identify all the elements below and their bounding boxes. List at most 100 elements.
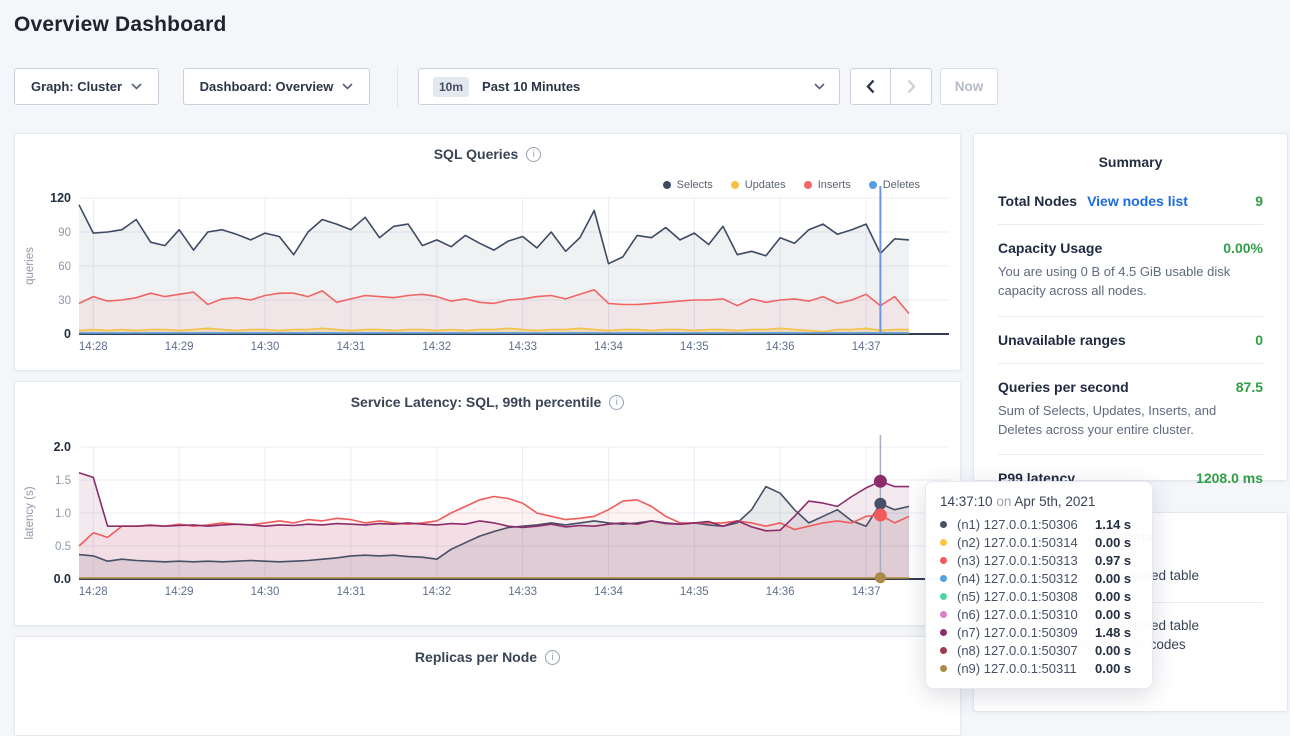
sql-queries-card: SQL Queries i Selects Updates Inserts De… <box>14 133 961 371</box>
tooltip-node-value: 0.00 s <box>1095 571 1131 586</box>
svg-text:14:28: 14:28 <box>79 341 108 353</box>
summary-heading: Summary <box>998 154 1263 170</box>
series-dot-icon <box>940 611 947 618</box>
tooltip-node-value: 0.00 s <box>1095 661 1131 676</box>
summary-row-total-nodes: Total Nodes View nodes list 9 <box>998 178 1263 224</box>
series-dot-icon <box>940 557 947 564</box>
tooltip-node-label: (n8) 127.0.0.1:50307 <box>957 643 1095 658</box>
svg-text:14:31: 14:31 <box>337 341 366 353</box>
svg-text:14:31: 14:31 <box>337 586 366 598</box>
time-range-badge: 10m <box>433 77 469 97</box>
tooltip-row: (n4) 127.0.0.1:503120.00 s <box>940 569 1138 587</box>
svg-text:14:36: 14:36 <box>766 341 795 353</box>
svg-text:latency (s): latency (s) <box>24 486 36 539</box>
capacity-usage-value: 0.00% <box>1223 240 1263 256</box>
tooltip-date: Apr 5th, 2021 <box>1014 494 1095 509</box>
service-latency-card: Service Latency: SQL, 99th percentile i … <box>14 381 961 626</box>
chevron-down-icon <box>814 83 825 90</box>
chart-tooltip: 14:37:10 on Apr 5th, 2021 (n1) 127.0.0.1… <box>925 481 1153 689</box>
series-dot-icon <box>940 647 947 654</box>
tooltip-node-value: 0.97 s <box>1095 553 1131 568</box>
tooltip-node-label: (n1) 127.0.0.1:50306 <box>957 517 1095 532</box>
replicas-per-node-card: Replicas per Node i <box>14 636 961 736</box>
service-latency-plot[interactable]: 14:28 14:29 14:30 14:31 14:32 14:33 14:34 14:35… <box>15 382 962 627</box>
unavailable-ranges-label: Unavailable ranges <box>998 332 1126 348</box>
view-nodes-list-link[interactable]: View nodes list <box>1087 193 1188 209</box>
series-dot-icon <box>940 593 947 600</box>
summary-row-capacity: Capacity Usage 0.00% You are using 0 B o… <box>998 224 1263 316</box>
svg-text:14:34: 14:34 <box>594 341 623 353</box>
svg-text:14:32: 14:32 <box>422 341 451 353</box>
tooltip-row: (n6) 127.0.0.1:503100.00 s <box>940 605 1138 623</box>
time-range-prev-button[interactable] <box>850 68 891 105</box>
tooltip-node-value: 0.00 s <box>1095 535 1131 550</box>
unavailable-ranges-value: 0 <box>1255 332 1263 348</box>
graph-dropdown[interactable]: Graph: Cluster <box>14 68 159 105</box>
svg-text:14:35: 14:35 <box>680 586 709 598</box>
p99-latency-value: 1208.0 ms <box>1196 470 1263 486</box>
tooltip-row: (n7) 127.0.0.1:503091.48 s <box>940 623 1138 641</box>
tooltip-node-label: (n7) 127.0.0.1:50309 <box>957 625 1095 640</box>
svg-text:14:32: 14:32 <box>422 586 451 598</box>
svg-text:2.0: 2.0 <box>54 440 71 454</box>
svg-text:0.0: 0.0 <box>54 572 71 586</box>
svg-text:14:34: 14:34 <box>594 586 623 598</box>
qps-label: Queries per second <box>998 379 1129 395</box>
series-dot-icon <box>940 629 947 636</box>
svg-text:0: 0 <box>64 327 71 341</box>
capacity-usage-desc: You are using 0 B of 4.5 GiB usable disk… <box>998 263 1263 301</box>
chevron-left-icon <box>866 79 875 94</box>
svg-text:0.5: 0.5 <box>55 541 71 553</box>
svg-text:14:37: 14:37 <box>852 586 881 598</box>
chevron-down-icon <box>131 83 142 90</box>
crosshair-dot <box>874 509 887 522</box>
crosshair-dot <box>874 498 886 510</box>
series-dot-icon <box>940 539 947 546</box>
tooltip-node-label: (n9) 127.0.0.1:50311 <box>957 661 1095 676</box>
chevron-right-icon <box>907 79 916 94</box>
replicas-per-node-title: Replicas per Node <box>415 649 537 665</box>
svg-text:14:28: 14:28 <box>79 586 108 598</box>
qps-value: 87.5 <box>1236 379 1263 395</box>
dashboard-dropdown-label: Dashboard: Overview <box>200 79 334 94</box>
svg-text:14:29: 14:29 <box>165 586 194 598</box>
tooltip-row: (n2) 127.0.0.1:503140.00 s <box>940 533 1138 551</box>
time-range-next-button[interactable] <box>890 68 932 105</box>
svg-text:1.0: 1.0 <box>55 508 71 520</box>
svg-text:14:30: 14:30 <box>251 341 280 353</box>
tooltip-node-label: (n5) 127.0.0.1:50308 <box>957 589 1095 604</box>
info-icon[interactable]: i <box>545 650 560 665</box>
svg-text:90: 90 <box>58 227 71 239</box>
svg-text:1.5: 1.5 <box>55 475 71 487</box>
tooltip-time: 14:37:10 <box>940 494 993 509</box>
chevron-down-icon <box>342 83 353 90</box>
tooltip-row: (n8) 127.0.0.1:503070.00 s <box>940 641 1138 659</box>
svg-text:14:29: 14:29 <box>165 341 194 353</box>
dashboard-dropdown[interactable]: Dashboard: Overview <box>183 68 370 105</box>
svg-text:14:30: 14:30 <box>251 586 280 598</box>
summary-row-unavailable-ranges: Unavailable ranges 0 <box>998 316 1263 363</box>
replicas-per-node-title-row: Replicas per Node i <box>15 649 960 665</box>
svg-text:14:33: 14:33 <box>508 341 537 353</box>
tooltip-node-label: (n4) 127.0.0.1:50312 <box>957 571 1095 586</box>
qps-desc: Sum of Selects, Updates, Inserts, and De… <box>998 402 1263 440</box>
svg-text:14:36: 14:36 <box>766 586 795 598</box>
tooltip-node-value: 1.48 s <box>1095 625 1131 640</box>
total-nodes-label: Total Nodes <box>998 193 1077 209</box>
series-dot-icon <box>940 521 947 528</box>
now-button[interactable]: Now <box>940 68 998 105</box>
sql-queries-plot[interactable]: 14:2814:2914:3014:3114:3214:3314:3414:35… <box>15 134 962 372</box>
series-dot-icon <box>940 665 947 672</box>
tooltip-node-value: 0.00 s <box>1095 643 1131 658</box>
svg-text:30: 30 <box>58 295 71 307</box>
svg-text:queries: queries <box>24 247 36 285</box>
tooltip-row: (n5) 127.0.0.1:503080.00 s <box>940 587 1138 605</box>
tooltip-node-value: 1.14 s <box>1095 517 1131 532</box>
tooltip-row: (n3) 127.0.0.1:503130.97 s <box>940 551 1138 569</box>
svg-text:14:33: 14:33 <box>508 586 537 598</box>
tooltip-node-label: (n6) 127.0.0.1:50310 <box>957 607 1095 622</box>
tooltip-row: (n9) 127.0.0.1:503110.00 s <box>940 659 1138 677</box>
graph-dropdown-label: Graph: Cluster <box>31 79 122 94</box>
time-range-label: Past 10 Minutes <box>482 79 580 94</box>
time-range-dropdown[interactable]: 10m Past 10 Minutes <box>418 68 840 105</box>
